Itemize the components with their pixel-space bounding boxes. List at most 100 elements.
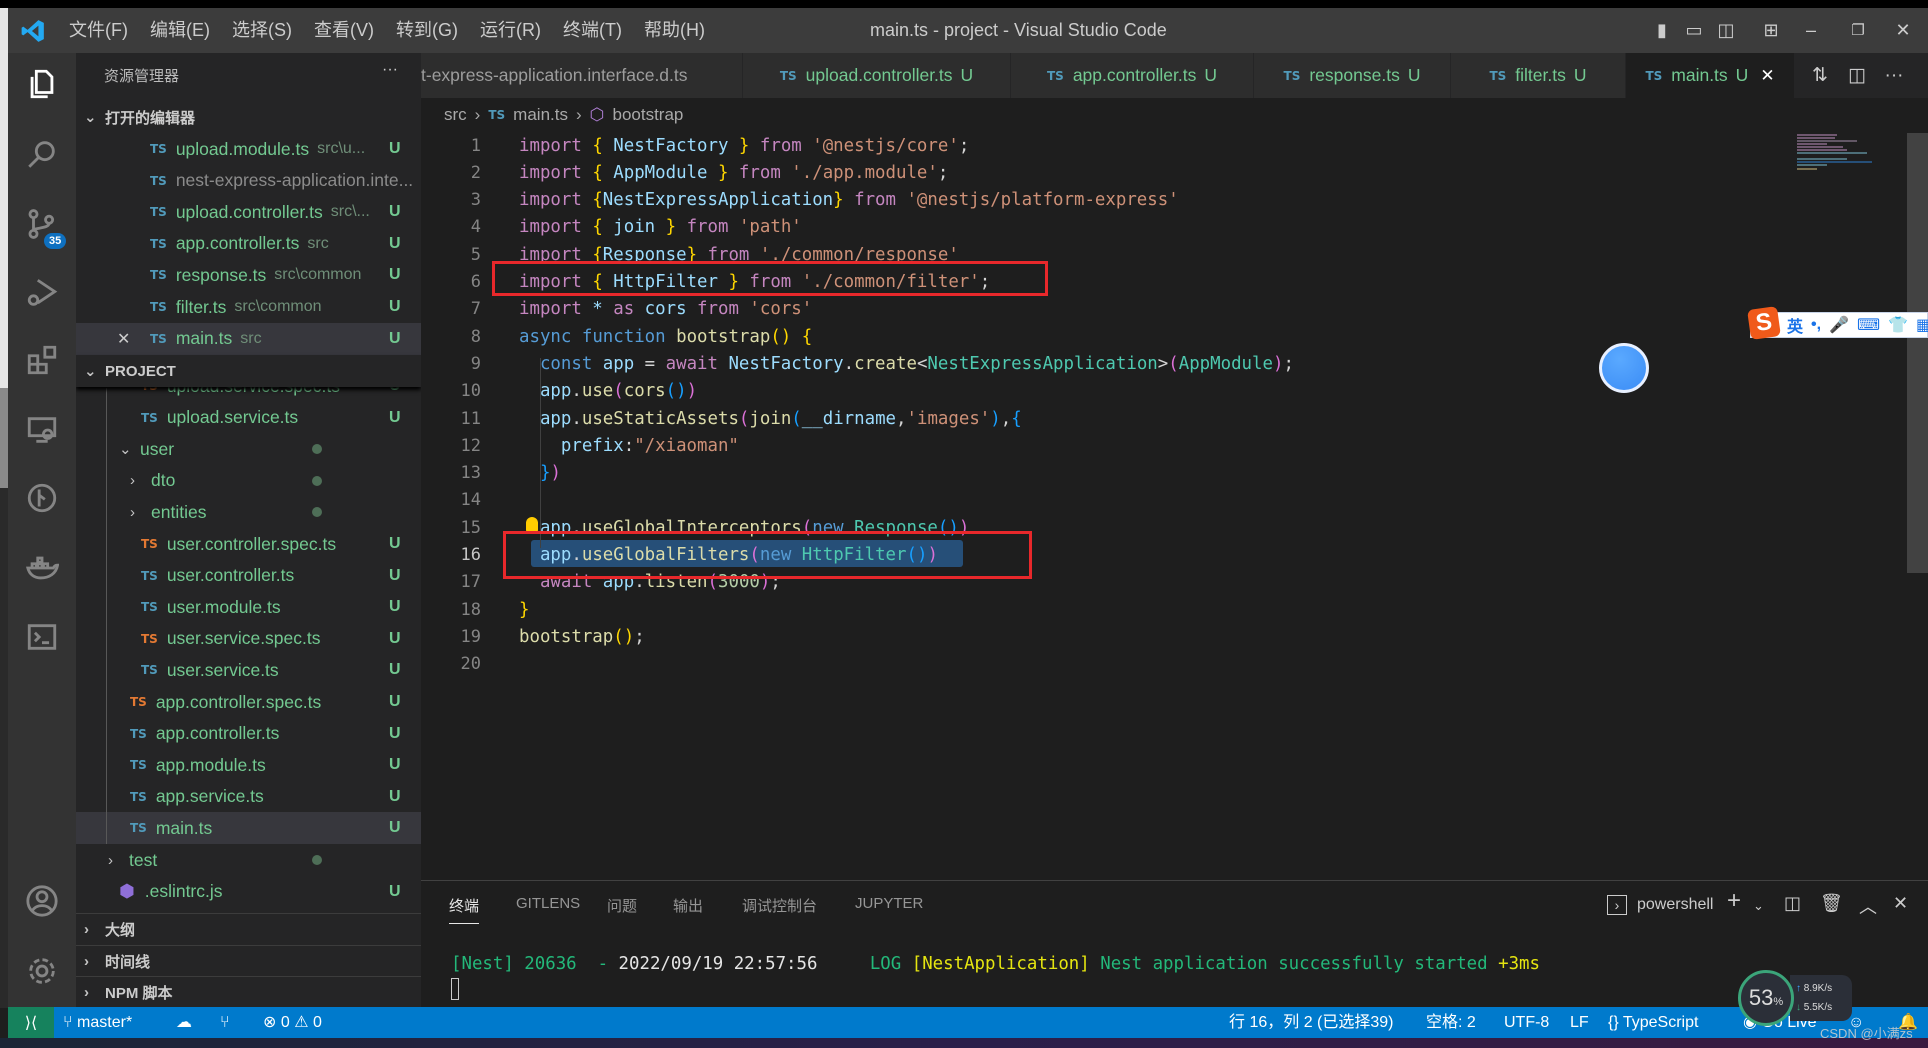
more-actions-icon[interactable]: ··· [1879, 53, 1909, 98]
tree-item[interactable]: ⌄ user [76, 433, 421, 465]
editor-tab[interactable]: TS upload.controller.ts U [743, 53, 1011, 98]
code-line[interactable]: prefix:"/xiaoman" [519, 433, 739, 460]
accounts-icon[interactable] [8, 873, 76, 929]
tree-item[interactable]: TS app.module.ts U [76, 749, 421, 781]
panel-tab[interactable]: 输出 [673, 895, 703, 916]
split-editor-icon[interactable]: ◫ [1842, 53, 1872, 98]
code-line[interactable]: import { join } from 'path' [519, 214, 802, 241]
tree-item[interactable]: › entities [76, 496, 421, 528]
open-editor-item[interactable]: TS filter.ts src\common U [76, 291, 421, 323]
breadcrumb-folder[interactable]: src [444, 105, 467, 125]
menu-item[interactable]: 终端(T) [552, 8, 633, 53]
panel-tab[interactable]: GITLENS [516, 895, 580, 912]
editor-tab[interactable]: TS main.ts U ✕ [1626, 53, 1795, 98]
terminal-view-icon[interactable] [8, 609, 76, 665]
tree-item[interactable]: TS user.controller.spec.ts U [76, 528, 421, 560]
menu-item[interactable]: 查看(V) [303, 8, 385, 53]
editor-tab[interactable]: TS filter.ts U [1451, 53, 1626, 98]
ime-punctuation[interactable]: •, [1811, 316, 1821, 334]
panel-tab[interactable]: JUPYTER [855, 895, 923, 912]
microphone-icon[interactable]: 🎤 [1829, 315, 1849, 335]
tree-item[interactable]: › dto [76, 465, 421, 497]
breadcrumb-file[interactable]: main.ts [513, 105, 568, 125]
branch-indicator[interactable]: ⑂ master* [63, 1007, 132, 1038]
tree-item[interactable]: TS main.ts U [76, 812, 421, 845]
extensions-icon[interactable] [8, 332, 76, 388]
minimap[interactable] [1797, 133, 1872, 173]
search-icon[interactable] [8, 126, 76, 182]
cursor-position[interactable]: 行 16，列 2 (已选择39) [1229, 1007, 1394, 1038]
tree-item[interactable]: TS user.controller.ts U [76, 560, 421, 592]
breadcrumb-symbol[interactable]: bootstrap [612, 105, 683, 125]
tree-item[interactable]: ⬢ .eslintrc.js U [76, 876, 421, 908]
explorer-icon[interactable] [8, 56, 76, 112]
open-editor-item[interactable]: TS response.ts src\common U [76, 259, 421, 291]
language-mode[interactable]: {} TypeScript [1608, 1007, 1698, 1038]
open-editor-item[interactable]: TS app.controller.ts src U [76, 228, 421, 260]
chevron-down-icon[interactable]: ⌄ [1753, 898, 1764, 914]
close-panel-icon[interactable]: ✕ [1893, 893, 1908, 914]
menu-item[interactable]: 选择(S) [221, 8, 303, 53]
menu-item[interactable]: 运行(R) [469, 8, 552, 53]
open-editor-item[interactable]: TS upload.module.ts src\u... U [76, 133, 421, 165]
tree-item[interactable]: TS app.controller.ts U [76, 718, 421, 750]
git-pull-request-icon[interactable]: ⑂ [220, 1007, 230, 1038]
maximize-panel-icon[interactable]: ︿ [1859, 893, 1877, 919]
gitlens-icon[interactable] [8, 470, 76, 526]
panel-tab[interactable]: 调试控制台 [742, 895, 817, 916]
toggle-sidebar-icon[interactable]: ▮ [1645, 8, 1679, 53]
code-line[interactable]: async function bootstrap() { [519, 324, 812, 351]
code-line[interactable]: const app = await NestFactory.create<Nes… [519, 351, 1294, 378]
code-line[interactable]: } [519, 597, 529, 624]
settings-gear-icon[interactable] [8, 943, 76, 999]
close-tab-icon[interactable]: ✕ [1760, 66, 1774, 86]
editor-scrollbar[interactable] [1907, 133, 1928, 573]
run-debug-icon[interactable] [8, 265, 76, 321]
menu-item[interactable]: 编辑(E) [139, 8, 221, 53]
tree-item[interactable]: TS user.service.ts U [76, 654, 421, 686]
code-line[interactable]: import {NestExpressApplication} from '@n… [519, 187, 1179, 214]
editor-tab[interactable]: TS response.ts U [1254, 53, 1451, 98]
docker-icon[interactable] [8, 540, 76, 596]
tree-item[interactable]: TS user.service.spec.ts U [76, 623, 421, 655]
editor-tab[interactable]: TS app.controller.ts U [1011, 53, 1254, 98]
skin-icon[interactable]: 👕 [1888, 315, 1908, 335]
code-line[interactable]: bootstrap(); [519, 624, 645, 651]
toggle-secondary-sidebar-icon[interactable]: ◫ [1709, 8, 1743, 53]
new-terminal-icon[interactable]: + [1727, 887, 1741, 915]
panel-tab[interactable]: 终端 [449, 895, 480, 924]
collapsed-section-header[interactable]: › 时间线 [76, 944, 421, 977]
restore-button[interactable]: ❐ [1841, 8, 1875, 53]
minimize-button[interactable]: – [1794, 8, 1828, 53]
end-of-line[interactable]: LF [1570, 1007, 1589, 1038]
cpu-usage-widget[interactable]: 53% [1738, 970, 1794, 1026]
publish-cloud-icon[interactable]: ☁ [176, 1007, 192, 1038]
terminal-shell-name[interactable]: powershell [1637, 896, 1713, 914]
open-editor-item[interactable]: ✕ TS main.ts src U [76, 322, 421, 355]
tree-item[interactable]: TS user.module.ts U [76, 591, 421, 623]
open-editors-header[interactable]: ⌄ 打开的编辑器 [76, 101, 421, 133]
project-header[interactable]: ⌄ PROJECT [76, 355, 421, 387]
close-icon[interactable]: ✕ [117, 329, 130, 349]
tree-item[interactable]: TS app.controller.spec.ts U [76, 686, 421, 718]
code-line[interactable]: app.useStaticAssets(join(__dirname,'imag… [519, 406, 1022, 433]
menu-item[interactable]: 转到(G) [385, 8, 469, 53]
close-window-button[interactable]: ✕ [1886, 8, 1920, 53]
problems-indicator[interactable]: ⊗ 0 ⚠ 0 [263, 1007, 322, 1038]
code-line[interactable]: import { AppModule } from './app.module'… [519, 160, 948, 187]
tree-item[interactable]: › test [76, 844, 421, 876]
code-line[interactable]: import { NestFactory } from '@nestjs/cor… [519, 133, 969, 160]
customize-layout-icon[interactable]: ⊞ [1754, 8, 1788, 53]
more-actions-icon[interactable]: ··· [382, 61, 398, 79]
code-line[interactable]: import * as cors from 'cors' [519, 296, 812, 323]
toolbox-icon[interactable]: ▦ [1916, 315, 1928, 335]
remote-explorer-icon[interactable] [8, 402, 76, 458]
split-terminal-icon[interactable]: ◫ [1784, 893, 1801, 914]
tree-item[interactable]: TS app.service.ts U [76, 781, 421, 813]
encoding[interactable]: UTF-8 [1504, 1007, 1549, 1038]
open-editor-item[interactable]: TS nest-express-application.inte... [76, 165, 421, 197]
indentation[interactable]: 空格: 2 [1426, 1007, 1476, 1038]
menu-item[interactable]: 文件(F) [58, 8, 139, 53]
trash-icon[interactable]: 🗑 [1820, 893, 1843, 914]
editor-tab[interactable]: t-express-application.interface.d.ts [421, 53, 743, 98]
